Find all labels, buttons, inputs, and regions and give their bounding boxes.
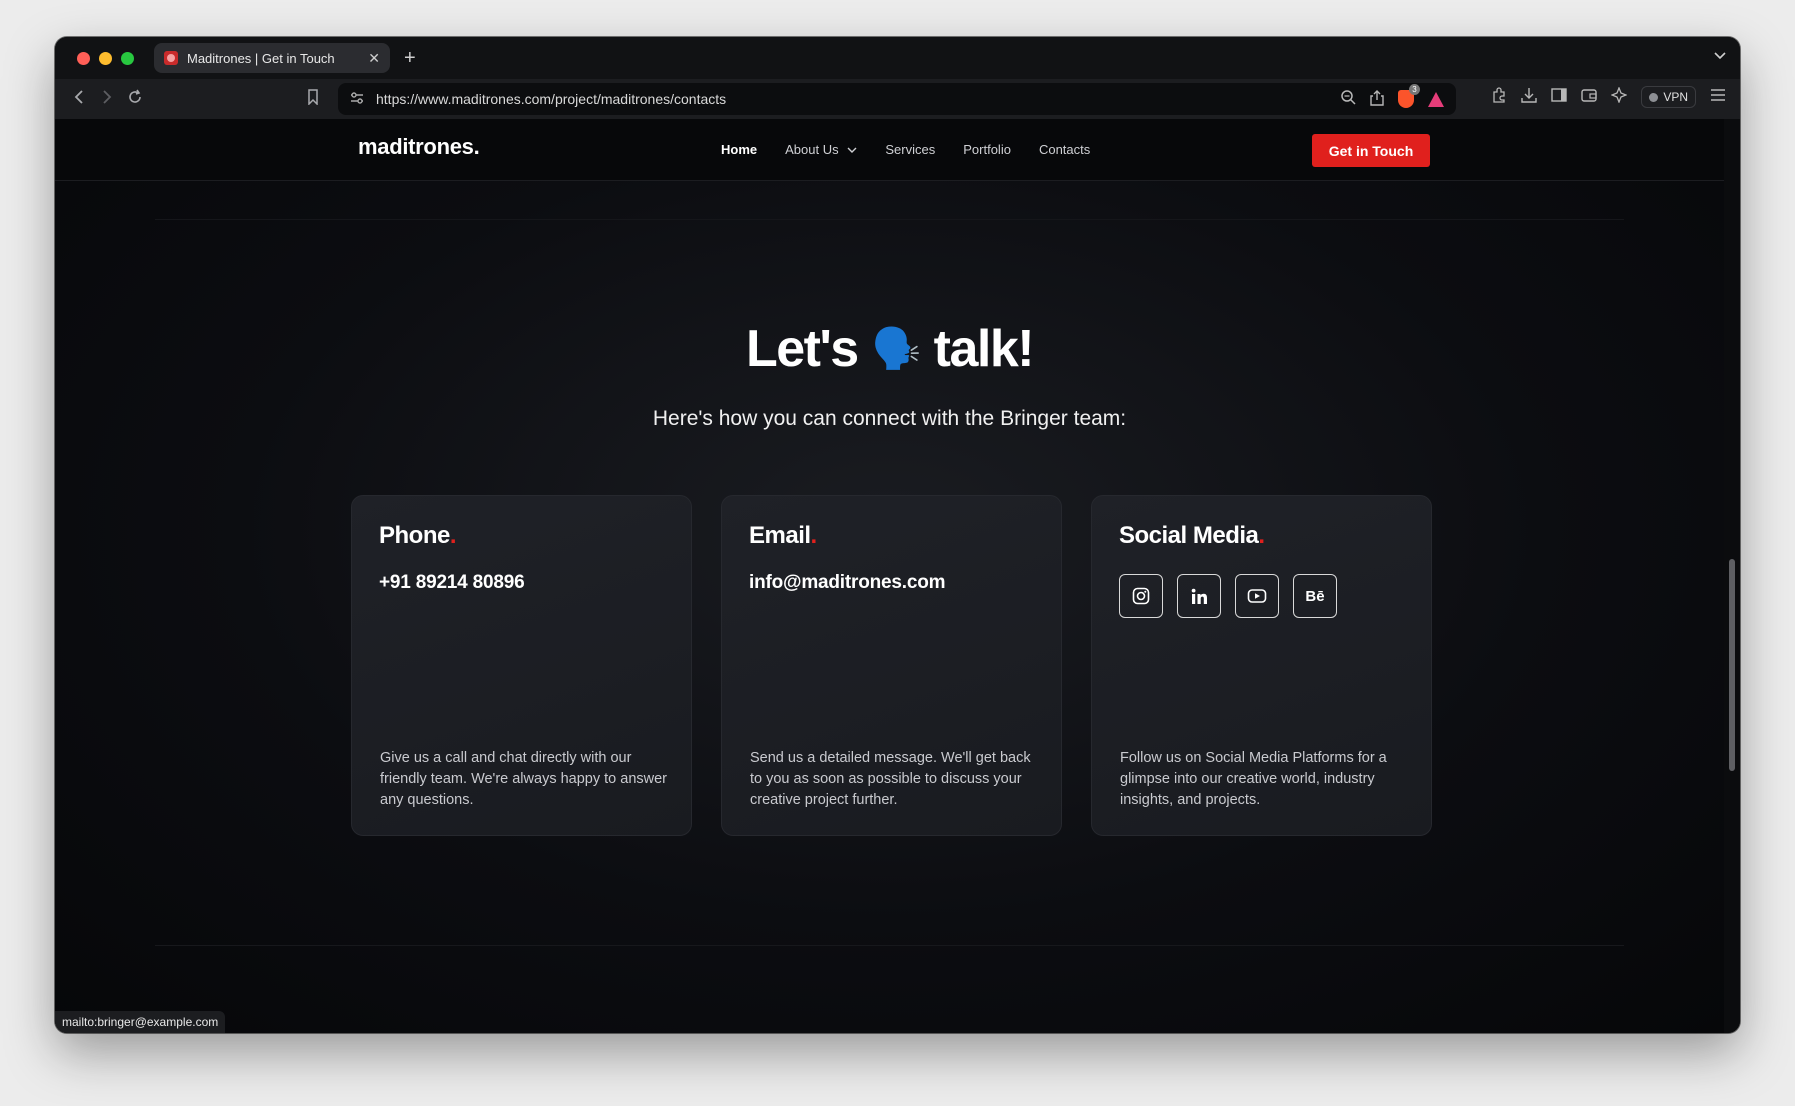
chevron-down-icon [845, 146, 858, 157]
section-divider-bottom [155, 945, 1624, 946]
page-title: Let's 🗣️ talk! [55, 319, 1724, 379]
share-icon[interactable] [1370, 89, 1384, 109]
nav-about[interactable]: About Us [785, 142, 857, 157]
phone-number-link[interactable]: +91 89214 80896 [379, 572, 664, 594]
site-header: maditrones. Home About Us Services Portf… [55, 119, 1724, 181]
minimize-window-button[interactable] [99, 51, 112, 65]
youtube-icon [1247, 589, 1267, 603]
link-status-bar: mailto:bringer@example.com [55, 1011, 226, 1033]
email-card-description: Send us a detailed message. We'll get ba… [750, 750, 1031, 808]
phone-card: Phone. +91 89214 80896 Give us a call an… [351, 495, 692, 836]
instagram-icon [1132, 587, 1150, 605]
title-part-2: talk! [933, 320, 1035, 378]
vpn-status-icon [1649, 92, 1659, 102]
main-nav: Home About Us Services Portfolio Contact… [721, 142, 1090, 157]
email-card-title: Email. [749, 522, 1034, 550]
leo-ai-icon[interactable] [1610, 86, 1629, 107]
browser-toolbar: https://www.maditrones.com/project/madit… [55, 79, 1740, 119]
tab-list-chevron-icon[interactable] [1714, 49, 1726, 63]
phone-card-description: Give us a call and chat directly with ou… [380, 750, 667, 808]
forward-icon[interactable] [93, 89, 121, 110]
downloads-icon[interactable] [1521, 87, 1538, 107]
email-card: Email. info@maditrones.com Send us a det… [721, 495, 1062, 836]
window-controls [77, 51, 134, 65]
vpn-button[interactable]: VPN [1641, 86, 1696, 108]
new-tab-button[interactable]: + [404, 48, 416, 68]
reload-icon[interactable] [121, 89, 149, 110]
wallet-icon[interactable] [1581, 88, 1598, 106]
nav-contacts[interactable]: Contacts [1039, 142, 1090, 157]
sidebar-icon[interactable] [1551, 88, 1568, 106]
section-divider [155, 219, 1624, 220]
nav-portfolio[interactable]: Portfolio [963, 142, 1011, 157]
linkedin-icon [1191, 588, 1207, 604]
contact-cards: Phone. +91 89214 80896 Give us a call an… [351, 495, 1432, 836]
tab-strip: Maditrones | Get in Touch ✕ + [55, 37, 1740, 79]
extensions-icon[interactable] [1491, 87, 1507, 107]
brave-shields-icon[interactable] [1398, 84, 1420, 108]
social-title-text: Social Media [1119, 522, 1259, 549]
email-title-text: Email [749, 522, 811, 549]
social-card-description: Follow us on Social Media Platforms for … [1120, 750, 1387, 808]
browser-window: Maditrones | Get in Touch ✕ + https://ww… [55, 37, 1740, 1033]
site-logo[interactable]: maditrones. [358, 134, 480, 160]
site-settings-icon[interactable] [350, 91, 364, 107]
vpn-label: VPN [1663, 90, 1688, 104]
brave-rewards-icon[interactable] [1428, 91, 1444, 107]
close-window-button[interactable] [77, 51, 90, 65]
title-accent-dot: . [449, 522, 457, 549]
behance-button[interactable]: Bē [1293, 574, 1337, 618]
address-bar[interactable]: https://www.maditrones.com/project/madit… [338, 83, 1456, 115]
zoom-icon[interactable] [1341, 90, 1356, 108]
scrollbar-thumb[interactable] [1729, 559, 1735, 771]
zoom-window-button[interactable] [121, 51, 134, 65]
page-content: maditrones. Home About Us Services Portf… [55, 119, 1724, 1033]
site-favicon-icon [164, 51, 178, 65]
title-accent-dot: . [810, 522, 818, 549]
logo-dot: . [473, 134, 480, 159]
social-card-title: Social Media. [1119, 522, 1404, 550]
url-text: https://www.maditrones.com/project/madit… [376, 91, 727, 107]
browser-tab[interactable]: Maditrones | Get in Touch ✕ [154, 43, 390, 73]
instagram-button[interactable] [1119, 574, 1163, 618]
social-card: Social Media. Bē Follow us on Social Med… [1091, 495, 1432, 836]
nav-services[interactable]: Services [885, 142, 935, 157]
tab-close-icon[interactable]: ✕ [368, 50, 380, 67]
speaking-head-icon: 🗣️ [871, 327, 922, 371]
logo-text: maditrones [358, 134, 474, 159]
linkedin-button[interactable] [1177, 574, 1221, 618]
social-links: Bē [1119, 574, 1404, 618]
youtube-button[interactable] [1235, 574, 1279, 618]
tab-title: Maditrones | Get in Touch [187, 50, 335, 66]
behance-icon: Bē [1305, 587, 1325, 605]
email-address-link[interactable]: info@maditrones.com [749, 572, 1034, 594]
phone-card-title: Phone. [379, 522, 664, 550]
nav-about-label: About Us [785, 142, 839, 157]
page-subtitle: Here's how you can connect with the Brin… [652, 407, 1127, 430]
bookmark-icon[interactable] [299, 88, 327, 110]
phone-title-text: Phone [379, 522, 450, 549]
get-in-touch-button[interactable]: Get in Touch [1312, 134, 1430, 167]
title-part-1: Let's [745, 320, 859, 378]
page-scrollbar[interactable] [1724, 119, 1740, 1033]
menu-icon[interactable] [1710, 88, 1726, 106]
nav-home[interactable]: Home [721, 142, 757, 157]
back-icon[interactable] [65, 89, 93, 110]
title-accent-dot: . [1258, 522, 1265, 549]
